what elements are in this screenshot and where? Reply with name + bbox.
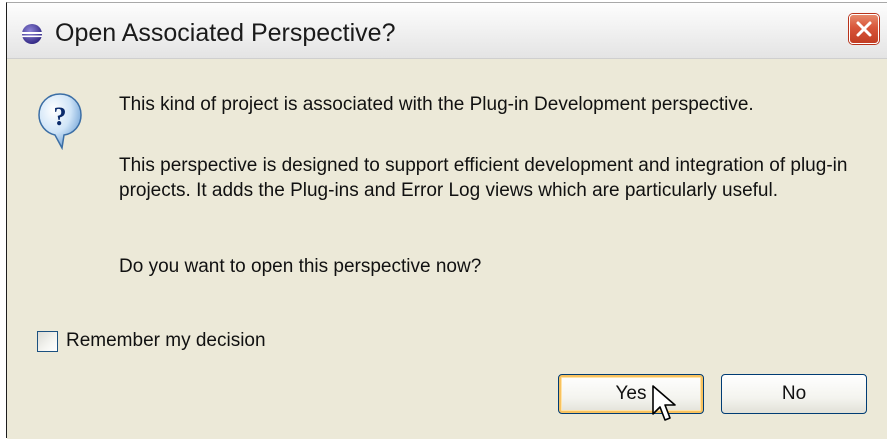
- remember-decision-label[interactable]: Remember my decision: [66, 330, 266, 352]
- message-line-question: Do you want to open this perspective now…: [119, 256, 482, 277]
- title-bar[interactable]: Open Associated Perspective?: [7, 3, 887, 59]
- no-button[interactable]: No: [721, 374, 867, 414]
- close-button[interactable]: [849, 14, 879, 44]
- svg-text:?: ?: [54, 102, 67, 131]
- message-line-association: This kind of project is associated with …: [119, 94, 754, 115]
- dialog-window: Open Associated Perspective? ? This kind…: [0, 0, 887, 439]
- mouse-pointer-icon: [652, 385, 676, 421]
- dialog-body: ? This kind of project is associated wit…: [7, 59, 887, 439]
- dialog-title: Open Associated Perspective?: [55, 19, 396, 47]
- question-icon: ?: [38, 93, 82, 150]
- perspective-globe-icon: [22, 24, 42, 44]
- close-icon: [856, 21, 872, 37]
- remember-decision-checkbox[interactable]: [37, 331, 58, 352]
- message-line-description: This perspective is designed to support …: [119, 155, 848, 201]
- dialog-frame: Open Associated Perspective? ? This kind…: [6, 2, 887, 439]
- yes-button[interactable]: Yes: [558, 374, 704, 414]
